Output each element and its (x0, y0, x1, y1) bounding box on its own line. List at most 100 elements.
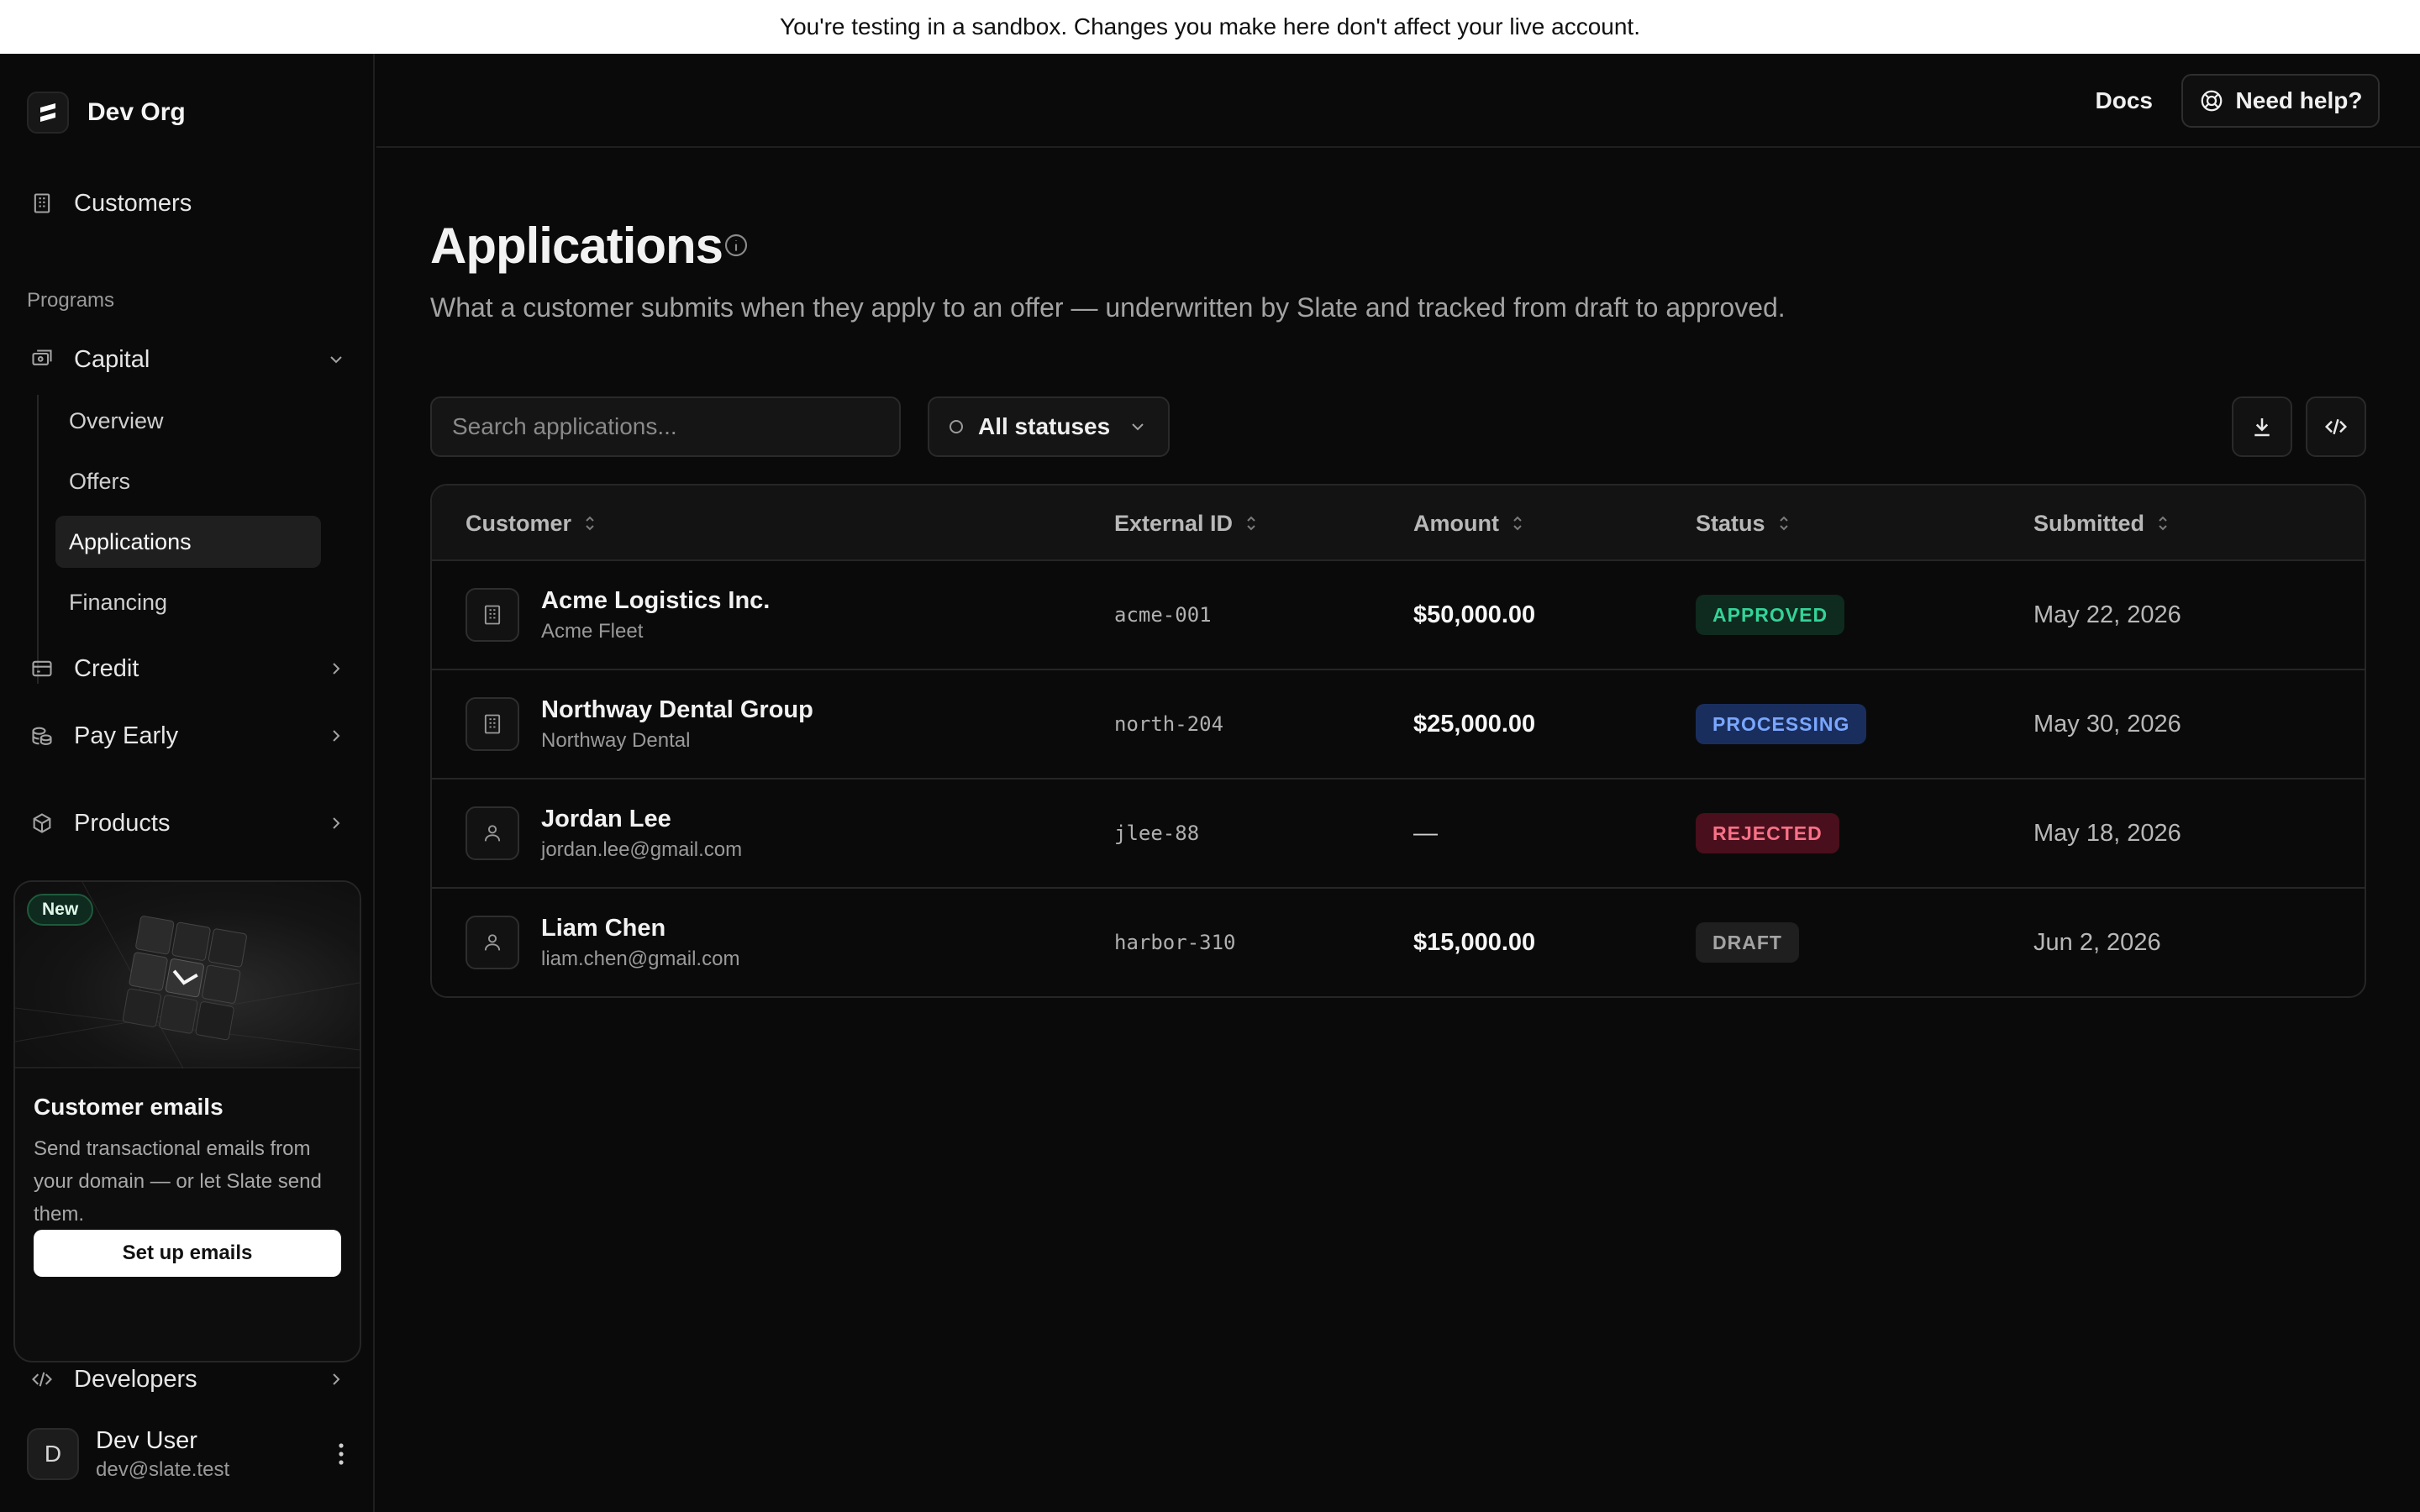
sandbox-banner-text: You're testing in a sandbox. Changes you… (779, 13, 1640, 39)
user-icon (466, 806, 519, 860)
api-code-button[interactable] (2306, 396, 2366, 457)
status-badge: DRAFT (1696, 922, 1799, 963)
customer-subtitle: liam.chen@gmail.com (541, 947, 740, 970)
sidebar-item-label: Developers (74, 1365, 197, 1393)
external-id: harbor-310 (1114, 931, 1236, 954)
column-header-amount[interactable]: Amount (1413, 486, 1524, 561)
submitted-date: Jun 2, 2026 (2033, 928, 2161, 956)
customer-name: Jordan Lee (541, 805, 671, 832)
applications-table: Customer External ID Amount Status Submi… (430, 484, 2366, 998)
box-icon (27, 808, 57, 838)
building-icon (27, 188, 57, 218)
table-row[interactable]: Liam Chen liam.chen@gmail.com harbor-310… (432, 889, 2365, 996)
set-up-emails-button[interactable]: Set up emails (34, 1230, 341, 1277)
status-filter-label: All statuses (978, 413, 1111, 439)
amount: — (1413, 819, 1438, 847)
column-label: Status (1696, 510, 1765, 536)
org-switcher[interactable]: Dev Org (27, 87, 186, 138)
avatar: D (27, 1428, 79, 1480)
programs-section-label: Programs (27, 289, 115, 312)
sort-icon (583, 514, 597, 533)
slate-logo-icon (27, 92, 69, 134)
promo-title: Customer emails (34, 1094, 224, 1120)
building-icon (466, 697, 519, 751)
sidebar-item-label: Customers (74, 189, 192, 217)
lifebuoy-icon (2199, 88, 2224, 113)
submitted-date: May 22, 2026 (2033, 601, 2181, 628)
sidebar-item-credit[interactable]: Credit (27, 645, 346, 692)
sidebar-item-label: Products (74, 809, 171, 837)
more-options-icon[interactable] (336, 1441, 346, 1467)
need-help-label: Need help? (2235, 87, 2363, 113)
building-icon (466, 588, 519, 642)
customer-name: Liam Chen (541, 914, 666, 942)
amount: $50,000.00 (1413, 601, 1536, 628)
sidebar-item-developers[interactable]: Developers (27, 1356, 346, 1403)
user-email: dev@slate.test (96, 1457, 230, 1481)
chevron-right-icon (326, 659, 346, 679)
user-menu[interactable]: D Dev User dev@slate.test (27, 1425, 346, 1483)
sidebar-subitem-financing[interactable]: Financing (55, 576, 321, 628)
sidebar-item-label: Pay Early (74, 722, 179, 749)
column-label: Amount (1413, 510, 1499, 536)
sort-icon (1511, 514, 1524, 533)
submitted-date: May 18, 2026 (2033, 819, 2181, 847)
status-dot-icon (950, 420, 963, 433)
status-filter-dropdown[interactable]: All statuses (928, 396, 1170, 457)
amount: $25,000.00 (1413, 710, 1536, 738)
column-header-customer[interactable]: Customer (466, 486, 597, 561)
page-title: Applications (430, 218, 723, 274)
submitted-date: May 30, 2026 (2033, 710, 2181, 738)
customer-name: Northway Dental Group (541, 696, 813, 723)
amount: $15,000.00 (1413, 928, 1536, 956)
sidebar-item-customers[interactable]: Customers (27, 180, 346, 227)
coins-icon (27, 721, 57, 751)
card-icon (27, 654, 57, 684)
customer-subtitle: Acme Fleet (541, 619, 644, 643)
user-name: Dev User (96, 1426, 197, 1454)
chevron-down-icon (1128, 417, 1148, 437)
download-icon (2249, 414, 2275, 439)
user-icon (466, 916, 519, 969)
status-badge: REJECTED (1696, 813, 1839, 853)
customer-subtitle: jordan.lee@gmail.com (541, 837, 743, 861)
chevron-right-icon (326, 813, 346, 833)
column-header-external-id[interactable]: External ID (1114, 486, 1258, 561)
sidebar-item-products[interactable]: Products (27, 800, 346, 847)
sidebar-subitem-offers[interactable]: Offers (55, 455, 321, 507)
customer-subtitle: Northway Dental (541, 728, 691, 752)
column-label: Submitted (2033, 510, 2144, 536)
sidebar-item-label: Credit (74, 654, 139, 682)
chevron-right-icon (326, 1369, 346, 1389)
page-description: What a customer submits when they apply … (430, 292, 1786, 323)
sandbox-banner: You're testing in a sandbox. Changes you… (0, 0, 2420, 54)
need-help-button[interactable]: Need help? (2181, 74, 2380, 128)
sidebar-subitem-overview[interactable]: Overview (55, 395, 321, 447)
export-button[interactable] (2232, 396, 2292, 457)
table-row[interactable]: Northway Dental Group Northway Dental no… (432, 670, 2365, 780)
chevron-down-icon (326, 349, 346, 370)
status-badge: PROCESSING (1696, 704, 1867, 744)
sidebar-subitem-applications[interactable]: Applications (55, 516, 321, 568)
new-badge: New (27, 894, 94, 926)
org-name: Dev Org (87, 98, 186, 126)
customer-name: Acme Logistics Inc. (541, 586, 771, 614)
table-row[interactable]: Acme Logistics Inc. Acme Fleet acme-001 … (432, 561, 2365, 670)
sort-icon (1777, 514, 1791, 533)
subnav-rail (37, 395, 39, 684)
external-id: jlee-88 (1114, 822, 1200, 845)
customer-emails-promo-card: New Customer emails Send transactional e… (13, 880, 361, 1362)
sidebar-item-pay-early[interactable]: Pay Early (27, 712, 346, 759)
table-row[interactable]: Jordan Lee jordan.lee@gmail.com jlee-88 … (432, 780, 2365, 889)
search-input[interactable] (430, 396, 901, 457)
column-header-submitted[interactable]: Submitted (2033, 486, 2170, 561)
sidebar-item-capital[interactable]: Capital (27, 336, 346, 383)
code-icon (27, 1364, 57, 1394)
topbar: Docs Need help? (376, 54, 2420, 148)
status-badge: APPROVED (1696, 595, 1845, 635)
docs-link[interactable]: Docs (2096, 87, 2153, 114)
column-header-status[interactable]: Status (1696, 486, 1791, 561)
promo-text: Send transactional emails from your doma… (34, 1137, 322, 1226)
info-icon[interactable] (723, 232, 750, 259)
code-icon (2323, 414, 2349, 439)
